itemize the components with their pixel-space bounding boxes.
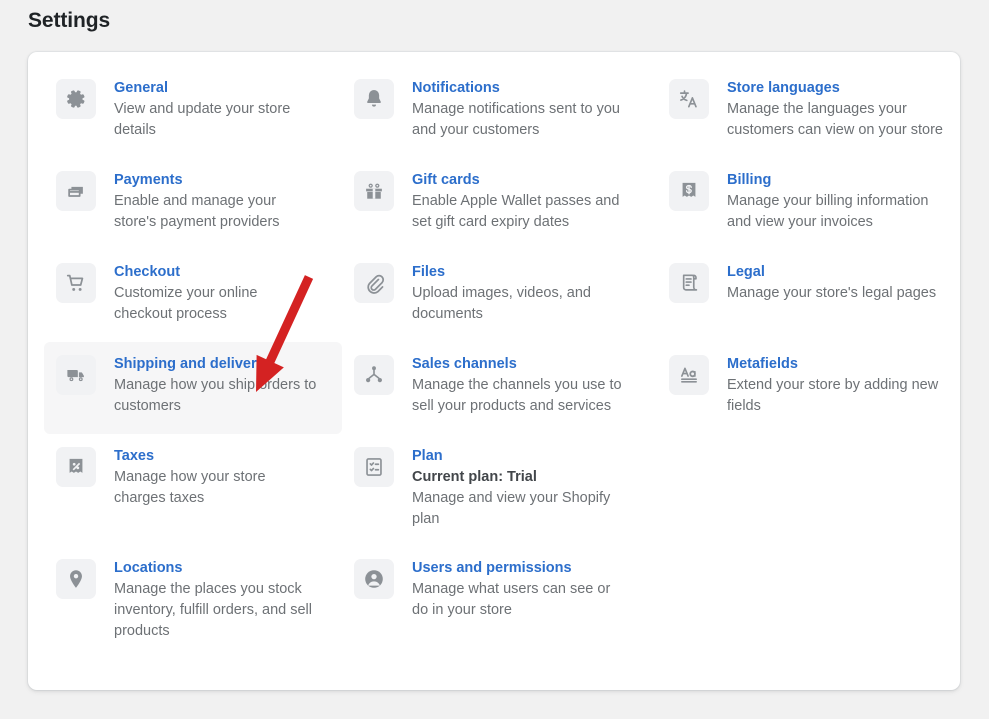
settings-item-general[interactable]: General View and update your store detail…: [44, 66, 342, 158]
settings-item-title[interactable]: Taxes: [114, 447, 319, 466]
settings-item-description: Manage and view your Shopify plan: [412, 490, 611, 527]
settings-grid: General View and update your store detail…: [28, 52, 960, 639]
settings-item-title[interactable]: Files: [412, 263, 627, 282]
settings-item-sales-channels[interactable]: Sales channels Manage the channels you us…: [342, 342, 657, 434]
settings-item-body: General View and update your store detail…: [114, 78, 319, 141]
delivery-truck-icon: [56, 355, 96, 395]
settings-item-title[interactable]: Sales channels: [412, 355, 627, 374]
settings-item-metafields[interactable]: Metafields Extend your store by adding ne…: [657, 342, 960, 454]
settings-item-locations[interactable]: Locations Manage the places you stock inv…: [44, 546, 342, 639]
legal-scroll-icon: [669, 263, 709, 303]
sales-channels-icon: [354, 355, 394, 395]
settings-item-body: Legal Manage your store's legal pages: [727, 262, 936, 304]
settings-item-checkout[interactable]: Checkout Customize your online checkout p…: [44, 250, 342, 342]
settings-item-body: Billing Manage your billing information a…: [727, 170, 950, 233]
settings-item-description: Manage how you ship orders to customers: [114, 377, 317, 414]
billing-receipt-icon: [669, 171, 709, 211]
settings-item-description: Manage the languages your customers can …: [727, 101, 943, 138]
settings-item-shipping-and-delivery[interactable]: Shipping and delivery Manage how you ship…: [44, 342, 342, 434]
gear-icon: [56, 79, 96, 119]
settings-item-files[interactable]: Files Upload images, videos, and document…: [342, 250, 657, 342]
settings-card: General View and update your store detail…: [28, 52, 960, 690]
settings-item-body: Gift cards Enable Apple Wallet passes and…: [412, 170, 627, 233]
settings-item-title[interactable]: General: [114, 79, 319, 98]
settings-item-body: Checkout Customize your online checkout p…: [114, 262, 319, 325]
settings-item-title[interactable]: Users and permissions: [412, 559, 627, 578]
page-title: Settings: [28, 9, 111, 32]
settings-item-body: Users and permissions Manage what users c…: [412, 558, 627, 621]
settings-item-gift-cards[interactable]: Gift cards Enable Apple Wallet passes and…: [342, 158, 657, 250]
settings-item-store-languages[interactable]: Store languages Manage the languages your…: [657, 66, 960, 158]
settings-item-description: Customize your online checkout process: [114, 285, 258, 322]
translate-icon: [669, 79, 709, 119]
settings-item-taxes[interactable]: Taxes Manage how your store charges taxes: [44, 434, 342, 546]
settings-item-status: Current plan: Trial: [412, 469, 537, 485]
paperclip-icon: [354, 263, 394, 303]
settings-column-1: General View and update your store detail…: [44, 66, 342, 639]
settings-item-body: Metafields Extend your store by adding ne…: [727, 354, 950, 417]
settings-item-plan[interactable]: Plan Current plan: Trial Manage and view y…: [342, 434, 657, 546]
location-pin-icon: [56, 559, 96, 599]
metafields-icon: [669, 355, 709, 395]
credit-card-icon: [56, 171, 96, 211]
settings-item-body: Files Upload images, videos, and document…: [412, 262, 627, 325]
settings-item-body: Taxes Manage how your store charges taxes: [114, 446, 319, 509]
user-avatar-icon: [354, 559, 394, 599]
settings-item-users-and-permissions[interactable]: Users and permissions Manage what users c…: [342, 546, 657, 638]
settings-item-description: Manage notifications sent to you and you…: [412, 101, 620, 138]
settings-item-body: Plan Current plan: Trial Manage and view y…: [412, 446, 627, 530]
settings-item-description: Manage your store's legal pages: [727, 285, 937, 301]
settings-item-description: Enable Apple Wallet passes and set gift …: [412, 193, 620, 230]
settings-item-title[interactable]: Billing: [727, 171, 950, 190]
tax-receipt-icon: [56, 447, 96, 487]
settings-column-3: Store languages Manage the languages your…: [657, 66, 960, 638]
settings-item-title[interactable]: Metafields: [727, 355, 950, 374]
settings-item-description: Upload images, videos, and documents: [412, 285, 591, 322]
settings-item-title[interactable]: Plan: [412, 447, 627, 466]
settings-item-title[interactable]: Payments: [114, 171, 319, 190]
settings-column-2: Notifications Manage notifications sent t…: [342, 66, 657, 638]
settings-item-body: Sales channels Manage the channels you us…: [412, 354, 627, 417]
settings-item-body: Notifications Manage notifications sent t…: [412, 78, 627, 141]
settings-item-title[interactable]: Notifications: [412, 79, 627, 98]
settings-item-description: Manage the channels you use to sell your…: [412, 377, 622, 414]
settings-item-description: Manage your billing information and view…: [727, 193, 929, 230]
settings-item-description: Manage the places you stock inventory, f…: [114, 581, 312, 639]
settings-item-description: Extend your store by adding new fields: [727, 377, 939, 414]
bell-icon: [354, 79, 394, 119]
settings-item-description: Manage how your store charges taxes: [114, 469, 266, 506]
settings-item-title[interactable]: Shipping and delivery: [114, 355, 319, 374]
settings-item-payments[interactable]: Payments Enable and manage your store's p…: [44, 158, 342, 250]
settings-item-body: Shipping and delivery Manage how you ship…: [114, 354, 319, 417]
settings-item-title[interactable]: Locations: [114, 559, 319, 578]
settings-item-description: View and update your store details: [114, 101, 291, 138]
settings-item-body: Store languages Manage the languages your…: [727, 78, 950, 141]
settings-item-legal[interactable]: Legal Manage your store's legal pages: [657, 250, 960, 342]
settings-item-body: Locations Manage the places you stock inv…: [114, 558, 319, 642]
settings-item-billing[interactable]: Billing Manage your billing information a…: [657, 158, 960, 250]
settings-item-description: Enable and manage your store's payment p…: [114, 193, 280, 230]
shopping-cart-icon: [56, 263, 96, 303]
settings-item-title[interactable]: Gift cards: [412, 171, 627, 190]
settings-item-notifications[interactable]: Notifications Manage notifications sent t…: [342, 66, 657, 158]
settings-item-title[interactable]: Store languages: [727, 79, 950, 98]
settings-item-title[interactable]: Checkout: [114, 263, 319, 282]
settings-item-title[interactable]: Legal: [727, 263, 936, 282]
settings-item-body: Payments Enable and manage your store's p…: [114, 170, 319, 233]
gift-card-icon: [354, 171, 394, 211]
plan-checklist-icon: [354, 447, 394, 487]
settings-item-description: Manage what users can see or do in your …: [412, 581, 611, 618]
